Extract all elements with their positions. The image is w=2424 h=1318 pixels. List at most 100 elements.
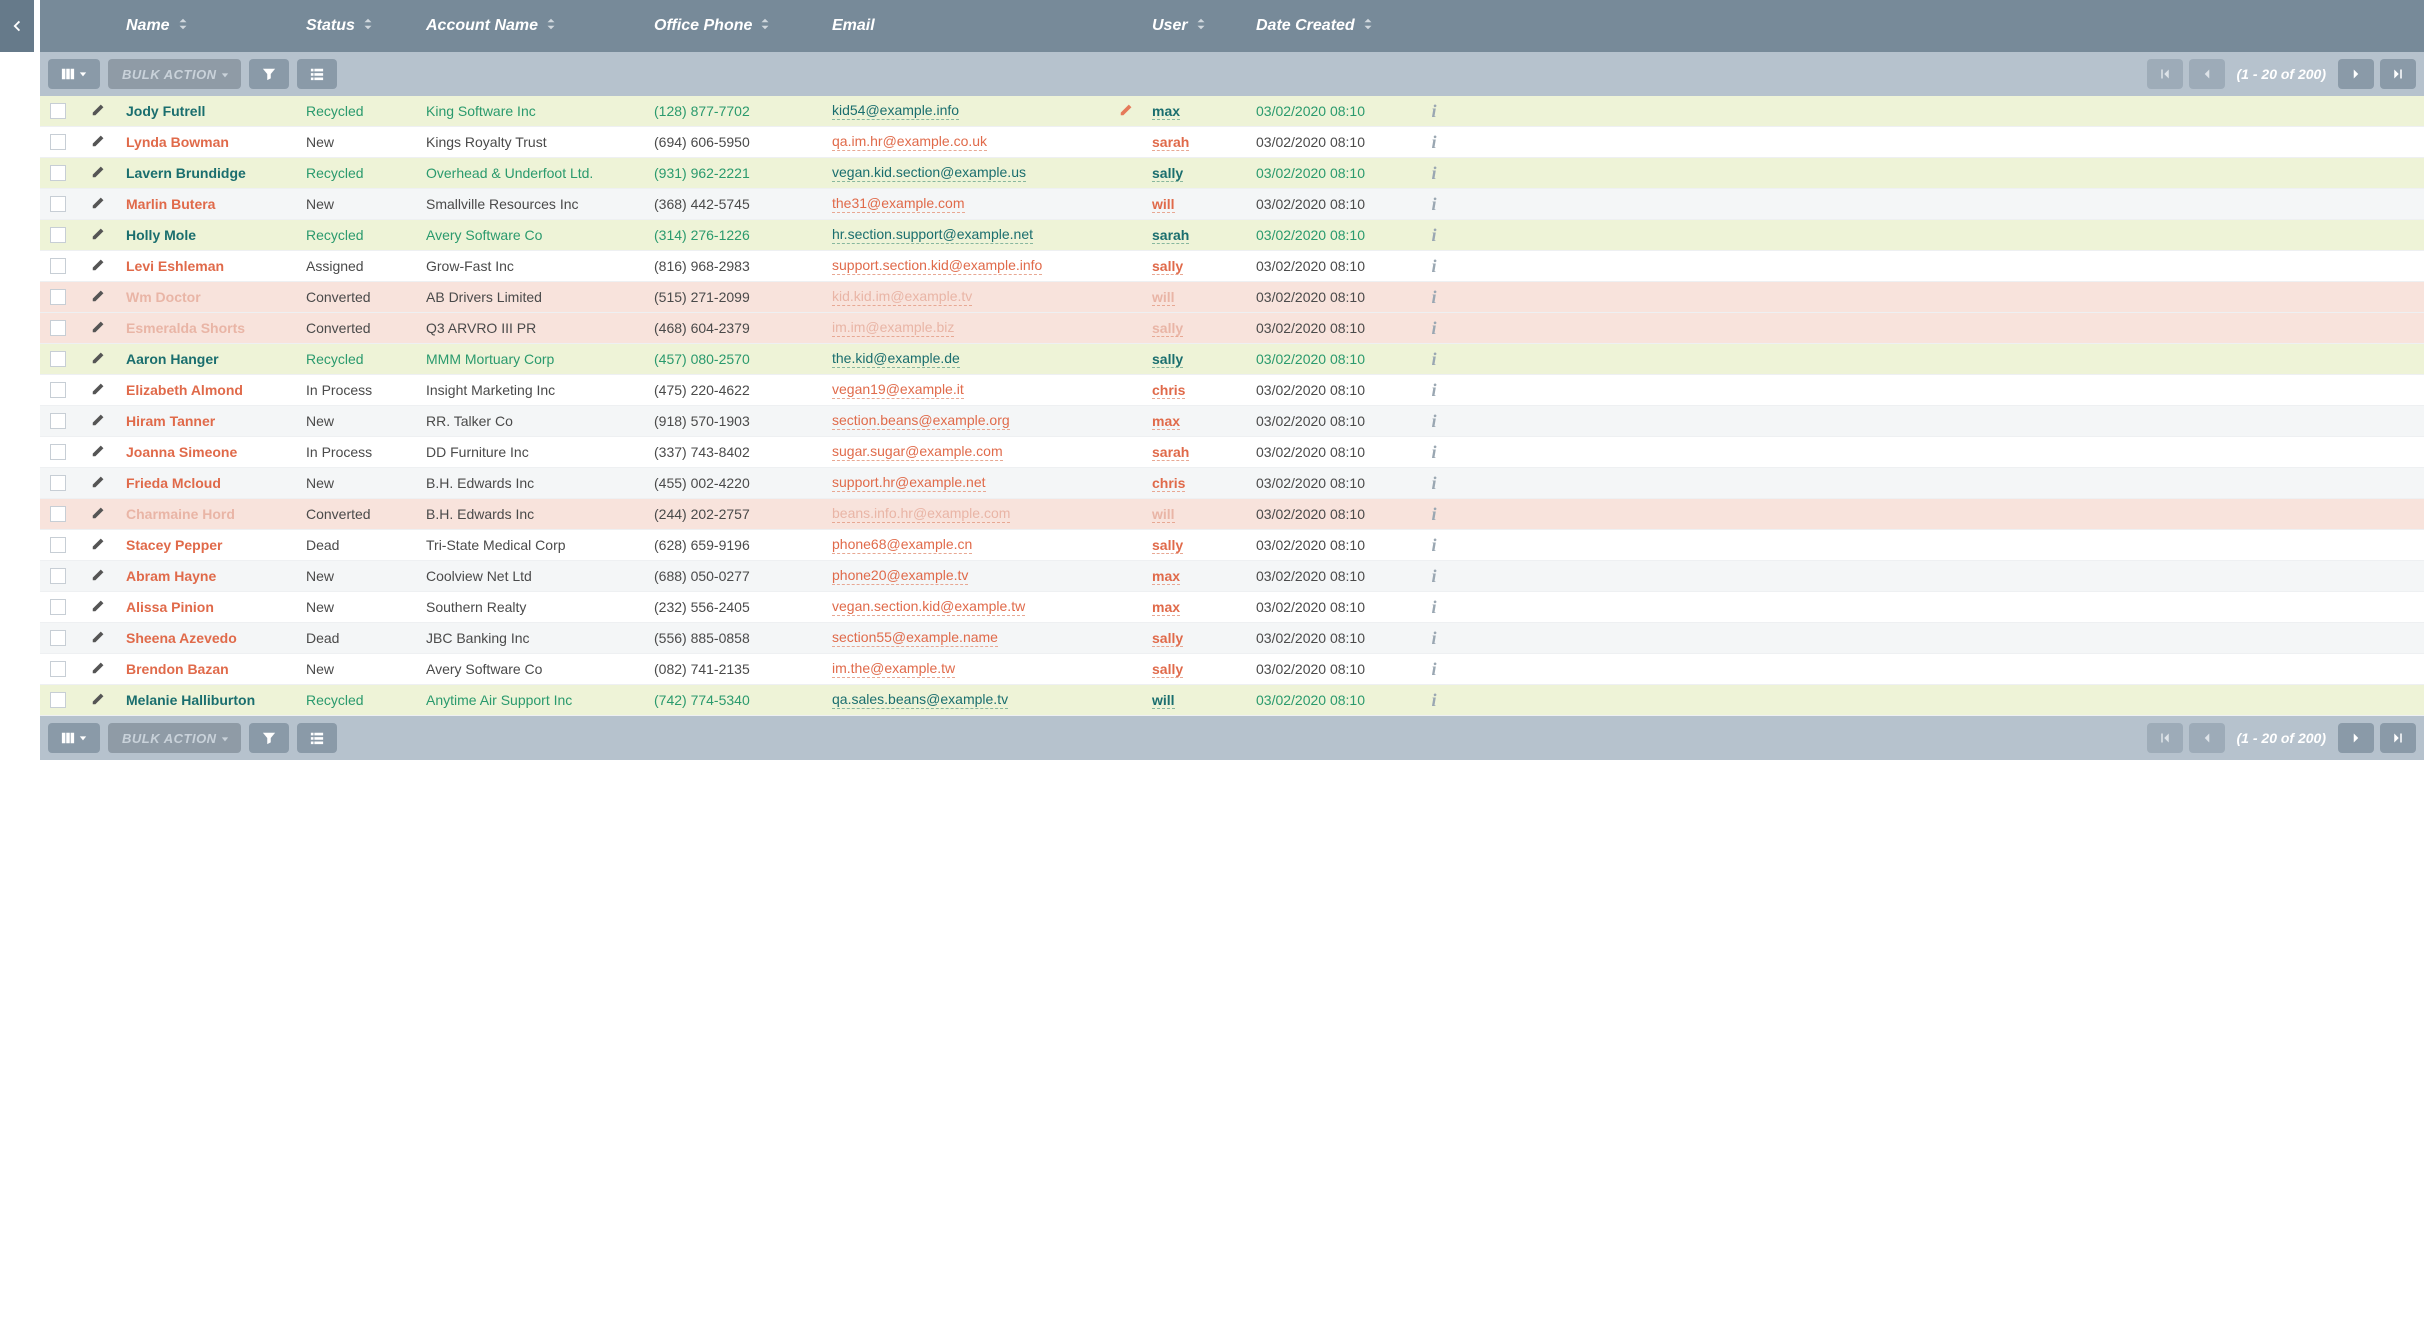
info-icon[interactable]: i: [1431, 535, 1436, 556]
row-checkbox[interactable]: [50, 134, 66, 150]
columns-dropdown-button[interactable]: [48, 723, 100, 753]
row-checkbox[interactable]: [50, 258, 66, 274]
row-checkbox[interactable]: [50, 103, 66, 119]
info-icon[interactable]: i: [1431, 690, 1436, 711]
col-header-status[interactable]: Status: [296, 17, 416, 36]
user-link[interactable]: chris: [1152, 382, 1185, 399]
record-name-link[interactable]: Alissa Pinion: [126, 599, 214, 615]
page-first-button[interactable]: [2147, 723, 2183, 753]
user-link[interactable]: max: [1152, 599, 1180, 616]
info-icon[interactable]: i: [1431, 194, 1436, 215]
edit-row-button[interactable]: [91, 568, 105, 585]
user-link[interactable]: sally: [1152, 351, 1183, 368]
user-link[interactable]: chris: [1152, 475, 1185, 492]
edit-row-button[interactable]: [91, 289, 105, 306]
row-checkbox[interactable]: [50, 289, 66, 305]
col-header-phone[interactable]: Office Phone: [644, 17, 822, 36]
record-name-link[interactable]: Jody Futrell: [126, 103, 205, 119]
edit-row-button[interactable]: [91, 320, 105, 337]
info-icon[interactable]: i: [1431, 256, 1436, 277]
email-link[interactable]: im.im@example.biz: [832, 319, 954, 337]
record-name-link[interactable]: Brendon Bazan: [126, 661, 229, 677]
page-first-button[interactable]: [2147, 59, 2183, 89]
user-link[interactable]: sarah: [1152, 227, 1189, 244]
info-icon[interactable]: i: [1431, 349, 1436, 370]
row-checkbox[interactable]: [50, 351, 66, 367]
record-name-link[interactable]: Holly Mole: [126, 227, 196, 243]
row-checkbox[interactable]: [50, 382, 66, 398]
filter-button[interactable]: [249, 723, 289, 753]
row-checkbox[interactable]: [50, 413, 66, 429]
edit-row-button[interactable]: [91, 692, 105, 709]
email-link[interactable]: the.kid@example.de: [832, 350, 960, 368]
email-link[interactable]: vegan.kid.section@example.us: [832, 164, 1026, 182]
page-last-button[interactable]: [2380, 59, 2416, 89]
collapse-panel-button[interactable]: [0, 0, 34, 52]
edit-row-button[interactable]: [91, 506, 105, 523]
email-link[interactable]: hr.section.support@example.net: [832, 226, 1033, 244]
row-checkbox[interactable]: [50, 692, 66, 708]
edit-row-button[interactable]: [91, 258, 105, 275]
record-name-link[interactable]: Levi Eshleman: [126, 258, 224, 274]
record-name-link[interactable]: Lynda Bowman: [126, 134, 229, 150]
row-checkbox[interactable]: [50, 165, 66, 181]
user-link[interactable]: sarah: [1152, 444, 1189, 461]
email-link[interactable]: phone20@example.tv: [832, 567, 968, 585]
email-link[interactable]: section.beans@example.org: [832, 412, 1010, 430]
bulk-action-button[interactable]: BULK ACTION: [108, 59, 241, 89]
record-name-link[interactable]: Charmaine Hord: [126, 506, 235, 522]
info-icon[interactable]: i: [1431, 318, 1436, 339]
email-link[interactable]: qa.sales.beans@example.tv: [832, 691, 1008, 709]
info-icon[interactable]: i: [1431, 597, 1436, 618]
col-header-date[interactable]: Date Created: [1246, 17, 1414, 36]
list-view-button[interactable]: [297, 59, 337, 89]
row-checkbox[interactable]: [50, 196, 66, 212]
info-icon[interactable]: i: [1431, 628, 1436, 649]
user-link[interactable]: sarah: [1152, 134, 1189, 151]
record-name-link[interactable]: Lavern Brundidge: [126, 165, 246, 181]
user-link[interactable]: max: [1152, 413, 1180, 430]
edit-row-button[interactable]: [91, 227, 105, 244]
info-icon[interactable]: i: [1431, 442, 1436, 463]
email-link[interactable]: vegan.section.kid@example.tw: [832, 598, 1025, 616]
user-link[interactable]: will: [1152, 289, 1175, 306]
info-icon[interactable]: i: [1431, 504, 1436, 525]
edit-row-button[interactable]: [91, 630, 105, 647]
page-next-button[interactable]: [2338, 59, 2374, 89]
user-link[interactable]: will: [1152, 692, 1175, 709]
email-link[interactable]: the31@example.com: [832, 195, 965, 213]
email-link[interactable]: im.the@example.tw: [832, 660, 955, 678]
row-checkbox[interactable]: [50, 630, 66, 646]
record-name-link[interactable]: Stacey Pepper: [126, 537, 223, 553]
filter-button[interactable]: [249, 59, 289, 89]
page-prev-button[interactable]: [2189, 723, 2225, 753]
edit-row-button[interactable]: [91, 475, 105, 492]
record-name-link[interactable]: Abram Hayne: [126, 568, 216, 584]
record-name-link[interactable]: Frieda Mcloud: [126, 475, 221, 491]
record-name-link[interactable]: Aaron Hanger: [126, 351, 219, 367]
col-header-account[interactable]: Account Name: [416, 17, 644, 36]
email-link[interactable]: section55@example.name: [832, 629, 998, 647]
email-link[interactable]: beans.info.hr@example.com: [832, 505, 1010, 523]
email-link[interactable]: kid.kid.im@example.tv: [832, 288, 972, 306]
row-checkbox[interactable]: [50, 568, 66, 584]
user-link[interactable]: sally: [1152, 537, 1183, 554]
record-name-link[interactable]: Marlin Butera: [126, 196, 215, 212]
row-checkbox[interactable]: [50, 444, 66, 460]
edit-row-button[interactable]: [91, 444, 105, 461]
row-checkbox[interactable]: [50, 661, 66, 677]
bulk-action-button[interactable]: BULK ACTION: [108, 723, 241, 753]
edit-row-button[interactable]: [91, 196, 105, 213]
col-header-email[interactable]: Email: [822, 17, 1110, 35]
info-icon[interactable]: i: [1431, 411, 1436, 432]
info-icon[interactable]: i: [1431, 473, 1436, 494]
user-link[interactable]: sally: [1152, 165, 1183, 182]
email-link[interactable]: vegan19@example.it: [832, 381, 964, 399]
user-link[interactable]: sally: [1152, 630, 1183, 647]
user-link[interactable]: max: [1152, 568, 1180, 585]
user-link[interactable]: sally: [1152, 320, 1183, 337]
user-link[interactable]: will: [1152, 196, 1175, 213]
row-checkbox[interactable]: [50, 537, 66, 553]
edit-row-button[interactable]: [91, 537, 105, 554]
record-name-link[interactable]: Melanie Halliburton: [126, 692, 255, 708]
